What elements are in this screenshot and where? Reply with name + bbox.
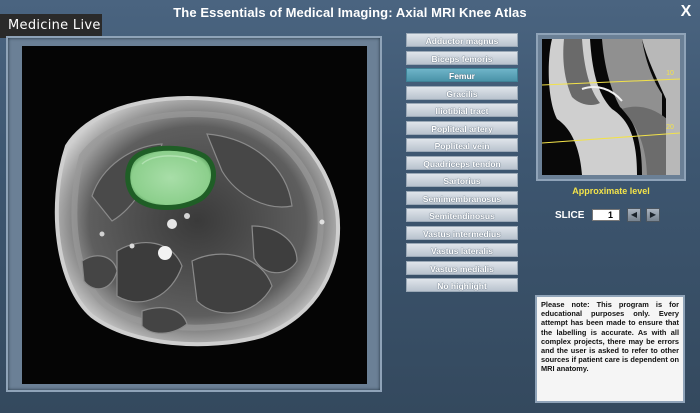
slice-number-field[interactable]: 1 <box>592 209 620 221</box>
structure-button-vastus-lateralis[interactable]: Vastus lateralis <box>406 243 518 257</box>
structure-button-vastus-intermedius[interactable]: Vastus intermedius <box>406 225 518 240</box>
structure-button-biceps-femoris[interactable]: Biceps femoris <box>406 50 518 65</box>
sagittal-level-bottom-label: 20 <box>666 124 674 131</box>
page-title: The Essentials of Medical Imaging: Axial… <box>173 5 527 20</box>
right-arrow-icon: ▶ <box>649 210 657 219</box>
next-slice-button[interactable]: ▶ <box>646 208 660 222</box>
structure-button-popliteal-vein[interactable]: Popliteal vein <box>406 138 518 152</box>
disclaimer-note: Please note: This program is for educati… <box>535 295 685 403</box>
structure-button-semitendinosus[interactable]: Semitendinosus <box>406 208 518 222</box>
structure-button-vastus-medialis[interactable]: Vastus medialis <box>406 260 518 275</box>
structure-button-femur[interactable]: Femur <box>406 68 518 82</box>
logo: Medicine Live <box>0 14 102 38</box>
slice-label: SLICE <box>555 210 585 221</box>
previous-slice-button[interactable]: ◀ <box>627 208 641 222</box>
sagittal-level-top-label: 10 <box>666 70 674 77</box>
structure-list: Adductor magnus Biceps femoris Femur Gra… <box>406 33 518 296</box>
left-arrow-icon: ◀ <box>630 210 638 219</box>
structure-button-sartorius[interactable]: Sartorius <box>406 173 518 187</box>
structure-button-semimembranosus[interactable]: Semimembranosus <box>406 190 518 205</box>
approximate-level-caption: Approximate level <box>572 186 650 196</box>
close-button[interactable]: X <box>676 2 696 22</box>
structure-button-popliteal-artery[interactable]: Popliteal artery <box>406 120 518 135</box>
structure-button-iliotibial-tract[interactable]: Iliotibial tract <box>406 103 518 117</box>
structure-button-gracilis[interactable]: Gracilis <box>406 85 518 100</box>
axial-mri-image <box>22 46 367 384</box>
sagittal-reference-viewer: 10 20 <box>536 33 686 181</box>
axial-mri-viewer <box>6 36 382 392</box>
structure-button-no-highlight[interactable]: No highlight <box>406 278 518 292</box>
structure-button-adductor-magnus[interactable]: Adductor magnus <box>406 33 518 47</box>
sagittal-reference-image: 10 20 <box>542 39 680 175</box>
structure-button-quadriceps-tendon[interactable]: Quadriceps tendon <box>406 155 518 170</box>
